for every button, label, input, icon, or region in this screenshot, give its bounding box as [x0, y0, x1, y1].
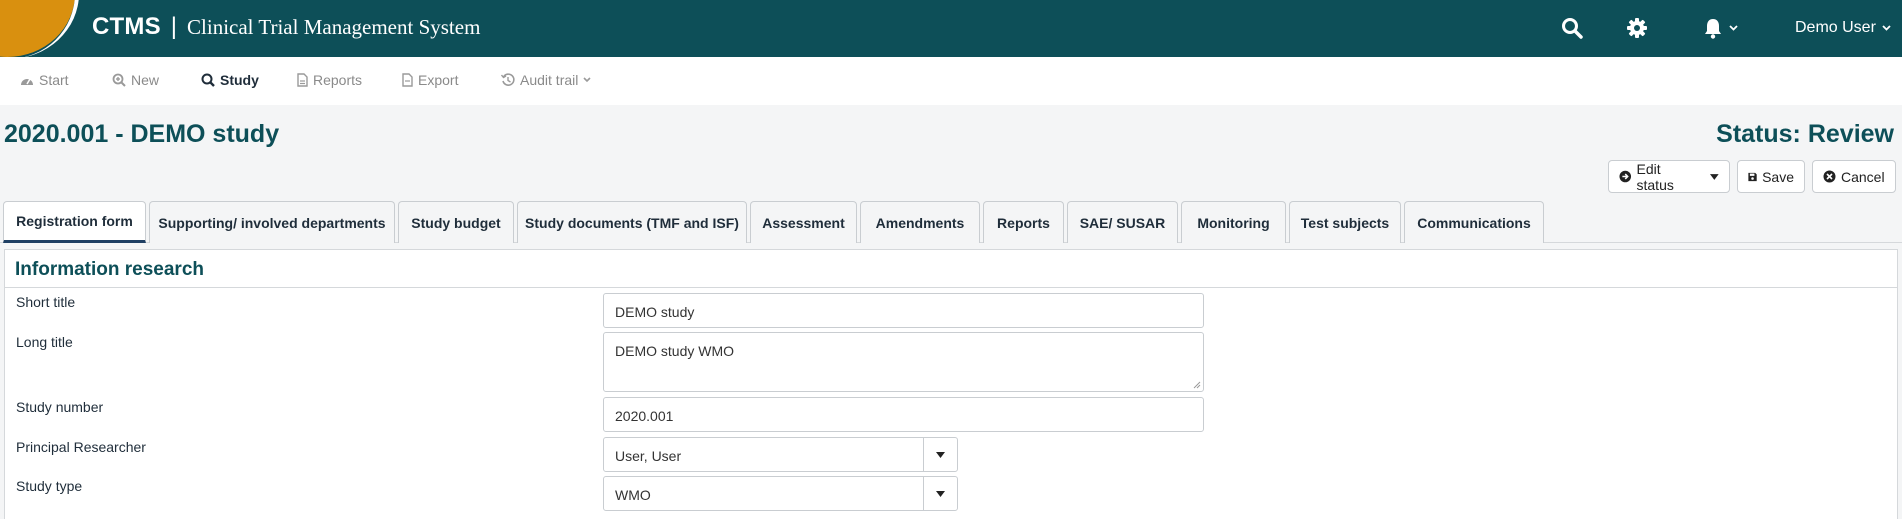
- long-title-value: DEMO study WMO: [615, 343, 735, 359]
- tab-sae-susar[interactable]: SAE/ SUSAR: [1067, 201, 1178, 243]
- arrow-circle-right-icon: [1619, 170, 1632, 183]
- history-icon: [501, 73, 515, 86]
- tab-label: SAE/ SUSAR: [1079, 214, 1166, 231]
- page-title: 2020.001 - DEMO study: [4, 120, 280, 148]
- study-number-input[interactable]: 2020.001: [603, 397, 1204, 432]
- chevron-down-icon: [1882, 25, 1891, 31]
- study-type-select[interactable]: WMO: [603, 476, 958, 511]
- search-button[interactable]: [1558, 14, 1586, 42]
- toolbar-study[interactable]: Study: [201, 72, 259, 88]
- long-title-label: Long title: [16, 334, 73, 350]
- file-icon: [297, 73, 308, 87]
- tab-assessment[interactable]: Assessment: [750, 201, 857, 243]
- principal-researcher-value: User, User: [615, 448, 682, 464]
- tab-label: Monitoring: [1197, 214, 1270, 231]
- resize-grip-icon[interactable]: [1193, 381, 1201, 389]
- short-title-input[interactable]: DEMO study: [603, 293, 1204, 328]
- toolbar-new[interactable]: New: [112, 72, 159, 88]
- tab-label: Communications: [1417, 214, 1531, 231]
- tab-registration-form[interactable]: Registration form: [3, 201, 146, 243]
- study-number-label: Study number: [16, 399, 104, 415]
- toolbar-audit-trail-label: Audit trail: [520, 72, 579, 88]
- long-title-textarea[interactable]: DEMO study WMO: [603, 332, 1204, 392]
- user-name: Demo User: [1795, 19, 1876, 36]
- tab-reports[interactable]: Reports: [983, 201, 1064, 243]
- search-icon: [201, 73, 215, 87]
- study-status: Status: Review: [1716, 120, 1894, 148]
- tab-study-documents[interactable]: Study documents (TMF and ISF): [517, 201, 747, 243]
- toolbar-export[interactable]: Export: [402, 72, 458, 88]
- toolbar-start-label: Start: [39, 72, 69, 88]
- zoom-in-icon: [112, 73, 126, 87]
- times-circle-icon: [1823, 170, 1836, 183]
- search-icon: [1562, 18, 1583, 39]
- chevron-down-icon: [1728, 25, 1738, 31]
- logo-ring: [0, 0, 79, 57]
- brand[interactable]: CTMS | Clinical Trial Management System: [92, 13, 480, 41]
- chevron-down-icon: [583, 77, 591, 83]
- toolbar-reports[interactable]: Reports: [297, 72, 362, 88]
- main-toolbar: Start New Study Reports Export Audit tra…: [0, 57, 1902, 105]
- short-title-label: Short title: [16, 294, 76, 310]
- principal-researcher-select[interactable]: User, User: [603, 437, 958, 472]
- tab-monitoring[interactable]: Monitoring: [1181, 201, 1286, 243]
- toolbar-export-label: Export: [418, 72, 459, 88]
- panel-title: Information research: [5, 250, 1897, 288]
- brand-separator: |: [170, 13, 178, 40]
- user-menu[interactable]: Demo User: [1795, 19, 1891, 37]
- cancel-label: Cancel: [1841, 168, 1885, 185]
- save-label: Save: [1762, 168, 1794, 185]
- tab-label: Study documents (TMF and ISF): [525, 214, 739, 231]
- principal-researcher-label: Principal Researcher: [16, 439, 146, 455]
- tab-label: Assessment: [762, 214, 845, 231]
- brand-name: CTMS: [92, 13, 161, 40]
- tab-label: Amendments: [875, 214, 965, 231]
- caret-down-icon: [936, 451, 945, 458]
- settings-button[interactable]: [1623, 14, 1651, 42]
- toolbar-reports-label: Reports: [313, 72, 363, 88]
- tab-amendments[interactable]: Amendments: [860, 201, 980, 243]
- information-research-panel: Information research Short title DEMO st…: [4, 249, 1898, 519]
- toolbar-audit-trail[interactable]: Audit trail: [501, 72, 591, 88]
- gear-icon: [1627, 18, 1647, 38]
- floppy-disk-icon: [1748, 172, 1757, 181]
- tab-communications[interactable]: Communications: [1404, 201, 1544, 243]
- toolbar-start[interactable]: Start: [20, 72, 69, 88]
- caret-down-icon: [1710, 173, 1719, 180]
- tab-study-budget[interactable]: Study budget: [398, 201, 514, 243]
- study-type-label: Study type: [16, 478, 83, 494]
- tab-test-subjects[interactable]: Test subjects: [1289, 201, 1401, 243]
- tab-label: Registration form: [16, 213, 133, 229]
- file-export-icon: [402, 73, 413, 87]
- caret-down-icon: [936, 490, 945, 497]
- save-button[interactable]: Save: [1737, 160, 1805, 193]
- dropdown-arrow[interactable]: [923, 477, 957, 510]
- tab-bar: Registration form Supporting/ involved d…: [0, 201, 1902, 243]
- notifications-button[interactable]: [1696, 14, 1744, 42]
- tab-label: Reports: [997, 214, 1050, 231]
- tab-label: Study budget: [411, 214, 501, 231]
- toolbar-study-label: Study: [220, 72, 259, 88]
- study-type-value: WMO: [615, 487, 651, 503]
- tab-label: Supporting/ involved departments: [158, 214, 386, 231]
- cancel-button[interactable]: Cancel: [1812, 160, 1896, 193]
- edit-status-button[interactable]: Edit status: [1608, 160, 1730, 193]
- toolbar-new-label: New: [131, 72, 160, 88]
- bell-icon: [1704, 19, 1721, 39]
- edit-status-label: Edit status: [1636, 160, 1674, 193]
- tab-supporting-departments[interactable]: Supporting/ involved departments: [149, 201, 395, 243]
- dropdown-arrow[interactable]: [923, 438, 957, 471]
- top-header: CTMS | Clinical Trial Management System: [0, 0, 1902, 57]
- brand-subtitle: Clinical Trial Management System: [187, 15, 481, 39]
- dashboard-icon: [21, 78, 33, 85]
- tab-label: Test subjects: [1300, 214, 1390, 231]
